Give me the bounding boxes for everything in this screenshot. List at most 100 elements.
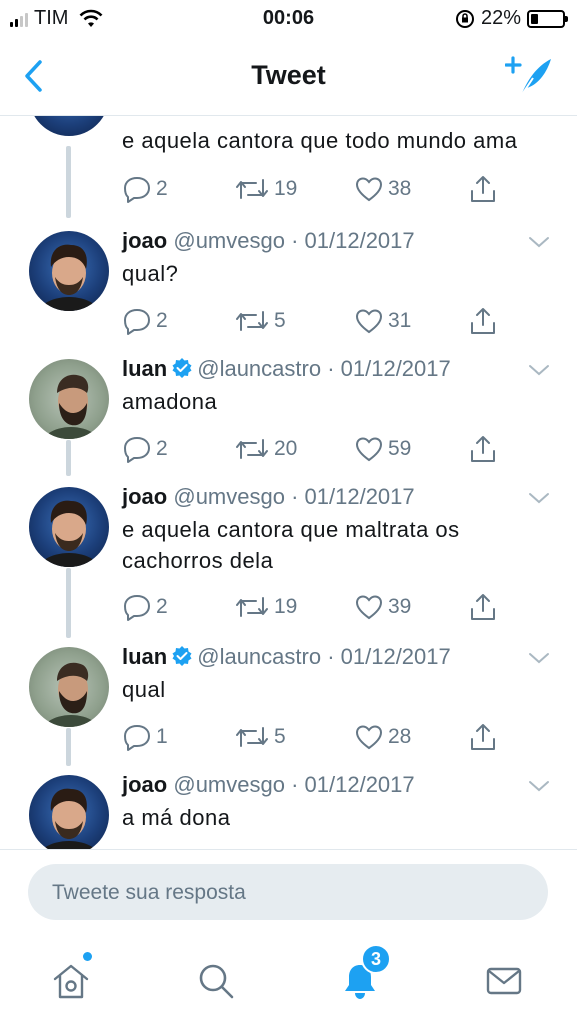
tweet-date: 01/12/2017	[340, 644, 451, 669]
like-button[interactable]: 38	[354, 174, 411, 204]
envelope-icon	[486, 967, 522, 995]
tweet-text: qual?	[122, 261, 179, 286]
chevron-down-icon[interactable]	[527, 650, 551, 666]
avatar[interactable]	[29, 116, 109, 136]
tab-search[interactable]	[191, 956, 241, 1006]
avatar[interactable]	[29, 775, 109, 850]
user-handle[interactable]: @umvesgo	[173, 772, 285, 797]
reply-count: 1	[156, 725, 168, 748]
reply-button[interactable]: 2	[122, 592, 168, 622]
avatar[interactable]	[29, 487, 109, 567]
like-button[interactable]: 39	[354, 592, 411, 622]
retweet-icon	[236, 311, 268, 331]
verified-badge-icon	[172, 358, 192, 378]
retweet-button[interactable]: 19	[234, 592, 297, 622]
reply-icon	[124, 177, 150, 203]
heart-icon	[355, 309, 383, 334]
compose-tweet-icon[interactable]	[505, 54, 553, 98]
retweet-button[interactable]: 5	[234, 306, 286, 336]
share-button[interactable]	[468, 174, 498, 204]
reply-button[interactable]: 2	[122, 174, 168, 204]
share-button[interactable]	[468, 592, 498, 622]
reply-icon	[124, 309, 150, 335]
user-handle[interactable]: @launcastro	[197, 356, 321, 381]
tweet-text: a má dona	[122, 805, 231, 830]
chevron-down-icon[interactable]	[527, 490, 551, 506]
user-name[interactable]: joao	[122, 484, 167, 509]
retweet-count: 20	[274, 437, 298, 460]
share-icon	[471, 436, 495, 462]
reply-icon	[124, 595, 150, 621]
share-icon	[471, 308, 495, 334]
reply-box[interactable]	[28, 864, 548, 922]
heart-icon	[355, 725, 383, 750]
battery-icon	[527, 9, 568, 28]
reply-input[interactable]	[50, 864, 534, 922]
tweet-text: e aquela cantora que maltrata os cachorr…	[122, 517, 460, 573]
retweet-icon	[236, 727, 268, 747]
retweet-count: 5	[274, 725, 286, 748]
reply-button[interactable]: 2	[122, 306, 168, 336]
tab-home[interactable]	[46, 952, 96, 1006]
home-icon	[53, 964, 89, 999]
retweet-button[interactable]: 19	[234, 174, 297, 204]
separator: ·	[284, 228, 305, 253]
reply-count: 2	[156, 437, 168, 460]
share-button[interactable]	[468, 434, 498, 464]
tab-messages[interactable]	[479, 956, 529, 1006]
chevron-down-icon[interactable]	[527, 778, 551, 794]
like-button[interactable]: 28	[354, 722, 411, 752]
tweet-text: amadona	[122, 389, 218, 414]
reply-button[interactable]: 1	[122, 722, 168, 752]
tweet-date: 01/12/2017	[304, 484, 415, 509]
navigation-bar: Tweet	[0, 38, 577, 116]
tweet-actions: 2 5 31	[122, 306, 522, 336]
retweet-button[interactable]: 20	[234, 434, 297, 464]
heart-icon	[355, 177, 383, 202]
avatar[interactable]	[29, 231, 109, 311]
tweet-actions: 1 5 28	[122, 722, 522, 752]
reply-count: 2	[156, 595, 168, 618]
tweet-header: joao @umvesgo · 01/12/2017	[122, 484, 415, 510]
retweet-icon	[236, 179, 268, 199]
separator: ·	[284, 772, 305, 797]
user-name[interactable]: luan	[122, 356, 167, 381]
tweet-date: 01/12/2017	[304, 772, 415, 797]
avatar[interactable]	[29, 359, 109, 439]
share-button[interactable]	[468, 306, 498, 336]
avatar[interactable]	[29, 647, 109, 727]
user-handle[interactable]: @umvesgo	[173, 228, 285, 253]
tab-notifications[interactable]: 3	[335, 944, 391, 1006]
like-button[interactable]: 59	[354, 434, 411, 464]
like-count: 28	[388, 725, 412, 748]
share-icon	[471, 724, 495, 750]
share-icon	[471, 176, 495, 202]
retweet-icon	[236, 439, 268, 459]
user-name[interactable]: joao	[122, 772, 167, 797]
retweet-count: 5	[274, 309, 286, 332]
tweet-date: 01/12/2017	[304, 228, 415, 253]
retweet-button[interactable]: 5	[234, 722, 286, 752]
user-name[interactable]: luan	[122, 644, 167, 669]
like-button[interactable]: 31	[354, 306, 411, 336]
tweet-header: luan @launcastro · 01/12/2017	[122, 644, 451, 670]
share-button[interactable]	[468, 722, 498, 752]
chevron-down-icon[interactable]	[527, 234, 551, 250]
tweet-header: luan @launcastro · 01/12/2017	[122, 356, 451, 382]
tweet-header: joao @umvesgo · 01/12/2017	[122, 772, 415, 798]
separator: ·	[321, 356, 341, 381]
like-count: 38	[388, 177, 412, 200]
reply-icon	[124, 437, 150, 463]
unread-dot	[83, 952, 92, 961]
chevron-down-icon[interactable]	[527, 362, 551, 378]
separator: ·	[284, 484, 305, 509]
tweet-actions: 2 19 38	[122, 174, 522, 204]
retweet-icon	[236, 597, 268, 617]
tweet-text: e aquela cantora que todo mundo ama	[122, 128, 518, 153]
user-name[interactable]: joao	[122, 228, 167, 253]
user-handle[interactable]: @launcastro	[197, 644, 321, 669]
user-handle[interactable]: @umvesgo	[173, 484, 285, 509]
reply-button[interactable]: 2	[122, 434, 168, 464]
reply-count: 2	[156, 309, 168, 332]
tweet-date: 01/12/2017	[340, 356, 451, 381]
